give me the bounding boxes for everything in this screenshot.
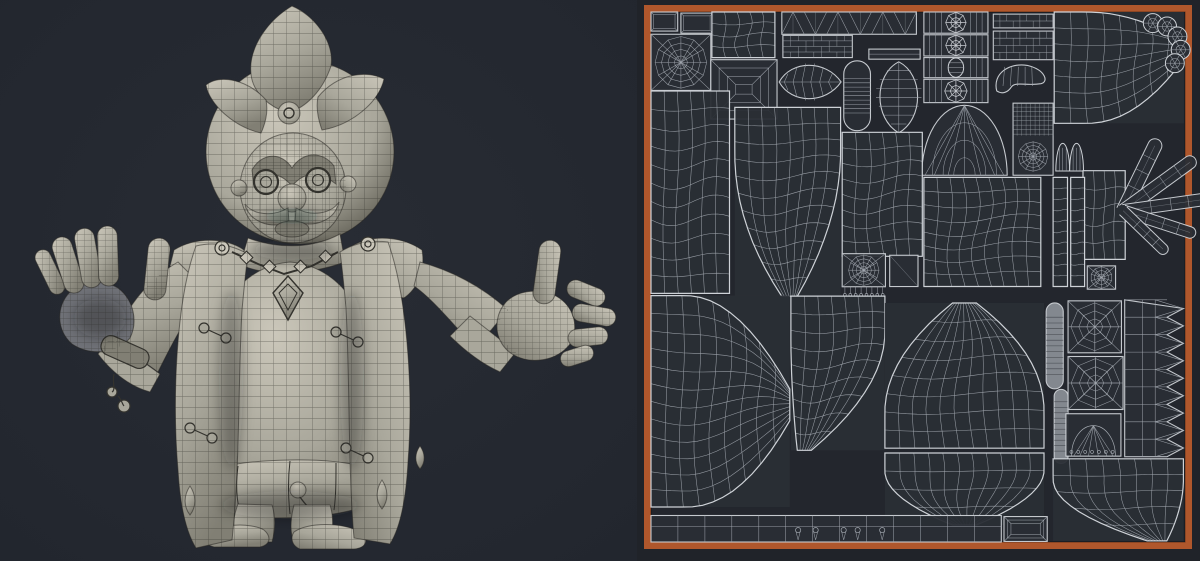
uv-island-belly-grid	[885, 303, 1044, 448]
uv-island-plain-box	[890, 255, 918, 286]
uv-island-gem-band-1	[924, 12, 988, 33]
uv-island-gem-band-2	[924, 35, 988, 56]
uv-island-plate-a	[651, 12, 678, 31]
uv-island-trim-capsule-a	[1046, 303, 1063, 389]
uv-island-frame-small	[1004, 517, 1047, 542]
uv-island-gem-square-b	[1068, 357, 1123, 410]
uv-editor[interactable]	[637, 0, 1200, 561]
uv-island-gem-band-3	[924, 58, 988, 78]
uv-island-gem-square-a	[1068, 301, 1121, 353]
uv-island-sleeve-grid	[651, 91, 730, 293]
uv-canvas[interactable]	[637, 0, 1200, 561]
uv-island-ladder-top	[844, 61, 871, 131]
uv-island-stripes-r2	[993, 31, 1053, 60]
uv-island-thin-strip	[869, 49, 920, 59]
uv-island-hem-grid	[885, 453, 1044, 525]
uv-island-tri-strip	[782, 12, 917, 34]
uv-island-web-tiny	[1087, 266, 1115, 289]
uv-island-stripes-r1	[993, 14, 1053, 28]
uv-island-column-b	[1071, 177, 1085, 286]
uv-island-gem-band-4	[924, 79, 988, 102]
uv-island-glove-top	[1054, 12, 1190, 123]
uv-island-plate-b	[681, 13, 713, 33]
uv-island-hatch-block	[1013, 103, 1053, 175]
uv-island-hem-strip	[651, 516, 1001, 543]
uv-island-mid-grid	[842, 132, 922, 256]
uv-island-column-a	[1053, 177, 1067, 286]
uv-island-pants-grid-b	[791, 296, 885, 450]
uv-island-center-grid	[924, 177, 1041, 286]
uv-island-barcode	[783, 35, 852, 57]
character-render	[0, 0, 637, 561]
uv-island-ruffle-band	[1125, 300, 1184, 457]
uv-island-arch-box	[1066, 414, 1121, 456]
application-window	[0, 0, 1200, 561]
uv-island-pants-grid-a	[651, 296, 790, 507]
uv-island-corner-grid	[1053, 459, 1183, 541]
model-viewport[interactable]	[0, 0, 637, 561]
uv-island-warp-grid	[712, 12, 775, 58]
uv-island-vest-grid	[735, 107, 841, 296]
uv-island-web-big	[651, 34, 711, 90]
